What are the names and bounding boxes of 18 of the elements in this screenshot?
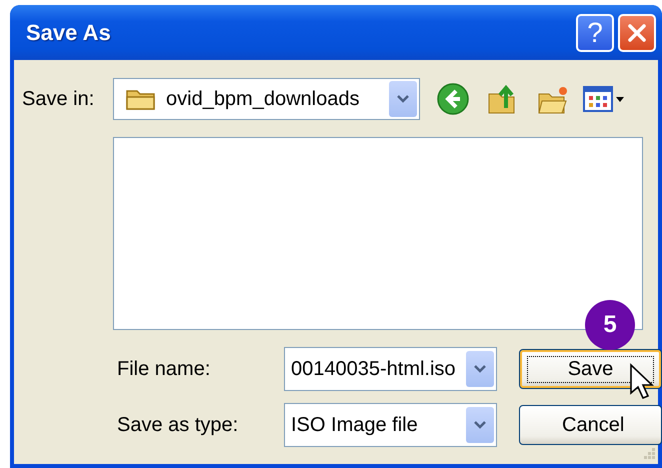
field-label: Save as type:	[117, 414, 240, 436]
view-menu-icon[interactable]	[582, 84, 626, 114]
save-in-label: Save in:	[22, 88, 96, 110]
close-icon	[626, 22, 648, 44]
field-label: File name:	[117, 358, 212, 380]
field-value: ISO Image file	[291, 414, 419, 436]
folder-name: ovid_bpm_downloads	[166, 88, 360, 110]
field-value: 00140035-html.iso	[291, 358, 457, 380]
cancel-button[interactable]: Cancel	[519, 405, 662, 445]
save-in-dropdown[interactable]: ovid_bpm_downloads	[113, 78, 420, 120]
window-title: Save As	[26, 20, 111, 46]
back-icon[interactable]	[436, 82, 470, 116]
file-type-dropdown[interactable]: ISO Image file	[284, 403, 497, 447]
help-button[interactable]: ?	[576, 14, 614, 52]
close-button[interactable]	[618, 14, 656, 52]
file-name-field[interactable]: 00140035-html.iso	[284, 347, 497, 391]
cursor-icon	[629, 363, 655, 401]
save-button[interactable]: Save	[519, 349, 662, 389]
